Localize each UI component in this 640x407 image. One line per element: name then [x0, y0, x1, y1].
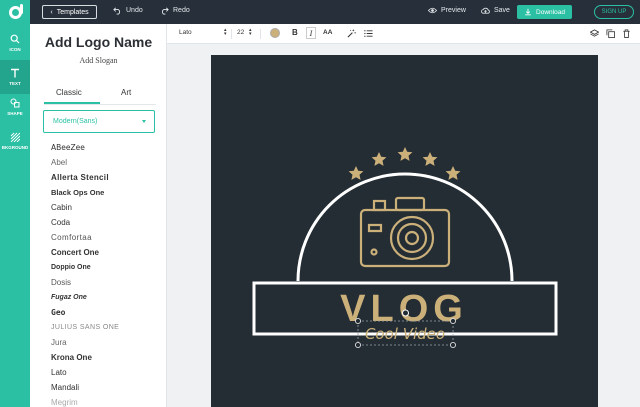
font-item[interactable]: Megrim — [51, 395, 161, 407]
font-list: ABeeZee Abel Allerta Stencil Black Ops O… — [51, 140, 161, 407]
layers-icon[interactable] — [590, 29, 599, 38]
font-item[interactable]: Jura — [51, 335, 161, 350]
design-canvas[interactable]: VLOG Cool Video — [211, 55, 598, 407]
signup-button[interactable]: SIGN UP — [594, 5, 634, 19]
shapes-icon — [10, 98, 20, 108]
font-item[interactable]: Fugaz One — [51, 290, 161, 305]
caret-down-icon — [142, 120, 146, 123]
font-category-select[interactable]: Modern(Sans) — [43, 110, 155, 133]
divider — [260, 29, 261, 39]
font-item[interactable]: Black Ops One — [51, 185, 161, 200]
logo-subtitle[interactable]: Cool Video — [365, 325, 445, 343]
templates-button[interactable]: ‹ Templates — [42, 5, 97, 19]
star-icon — [422, 152, 438, 166]
font-item[interactable]: Lato — [51, 365, 161, 380]
redo-icon — [161, 7, 169, 15]
font-item[interactable]: Abel — [51, 155, 161, 170]
star-icon — [371, 152, 387, 166]
tab-classic[interactable]: Classic — [56, 88, 82, 97]
download-icon — [525, 8, 531, 16]
font-item[interactable]: Allerta Stencil — [51, 170, 161, 185]
top-bar: ‹ Templates Undo Redo Preview Save Downl… — [0, 0, 640, 24]
list-icon[interactable] — [364, 29, 373, 38]
font-item[interactable]: Comfortaa — [51, 230, 161, 245]
tab-divider — [44, 104, 156, 105]
letter-case-button[interactable]: AA — [323, 29, 332, 36]
app-logo[interactable] — [0, 0, 30, 24]
tab-art[interactable]: Art — [121, 88, 131, 97]
logo-artwork: VLOG Cool Video — [252, 147, 558, 349]
text-panel: Add Logo Name Add Slogan Classic Art Mod… — [30, 24, 167, 407]
font-item[interactable]: JULIUS SANS ONE — [51, 320, 161, 335]
font-item[interactable]: Coda — [51, 215, 161, 230]
cloud-upload-icon — [481, 7, 490, 14]
font-item[interactable]: Mandali — [51, 380, 161, 395]
duplicate-icon[interactable] — [606, 29, 615, 38]
font-family-select[interactable]: Lato ▴ ▾ — [179, 28, 227, 37]
preview-button[interactable]: Preview — [428, 6, 466, 15]
text-color-swatch[interactable] — [270, 28, 280, 38]
updown-icon: ▴ ▾ — [249, 27, 252, 37]
pattern-icon — [10, 132, 20, 142]
font-item[interactable]: Concert One — [51, 245, 161, 260]
undo-button[interactable]: Undo — [113, 6, 143, 15]
tool-rail: ICON TEXT SHAPE BKGROUND — [0, 24, 30, 407]
font-item[interactable]: Geo — [51, 305, 161, 320]
updown-icon: ▴ ▾ — [224, 27, 227, 37]
rail-item-text[interactable]: TEXT — [0, 60, 30, 94]
star-icon — [445, 166, 461, 180]
add-slogan[interactable]: Add Slogan — [30, 56, 167, 65]
font-item[interactable]: ABeeZee — [51, 140, 161, 155]
star-icon — [348, 166, 364, 180]
font-item[interactable]: Dosis — [51, 275, 161, 290]
format-toolbar: Lato ▴ ▾ 22 ▴ ▾ B I AA — [167, 24, 640, 44]
rail-item-icon[interactable]: ICON — [0, 26, 30, 60]
undo-icon — [113, 7, 121, 15]
chevron-left-icon: ‹ — [50, 8, 53, 16]
search-icon — [10, 34, 20, 44]
magic-wand-icon[interactable] — [347, 29, 356, 38]
font-item[interactable]: Doppio One — [51, 260, 161, 275]
rail-item-background[interactable]: BKGROUND — [0, 124, 30, 158]
trash-icon[interactable] — [622, 29, 631, 38]
text-icon — [11, 68, 19, 78]
add-logo-name[interactable]: Add Logo Name — [30, 34, 167, 50]
redo-button[interactable]: Redo — [160, 6, 190, 15]
eye-icon — [428, 7, 437, 14]
font-item[interactable]: Krona One — [51, 350, 161, 365]
rail-item-shape[interactable]: SHAPE — [0, 90, 30, 124]
camera-icon — [359, 196, 451, 268]
divider — [231, 29, 232, 39]
font-size-select[interactable]: 22 ▴ ▾ — [237, 28, 252, 37]
download-button[interactable]: Download — [517, 5, 572, 19]
save-button[interactable]: Save — [481, 6, 510, 15]
italic-button[interactable]: I — [306, 27, 316, 39]
star-icon — [397, 147, 413, 161]
active-tab-indicator — [44, 102, 100, 104]
font-item[interactable]: Cabin — [51, 200, 161, 215]
bold-button[interactable]: B — [292, 28, 298, 37]
